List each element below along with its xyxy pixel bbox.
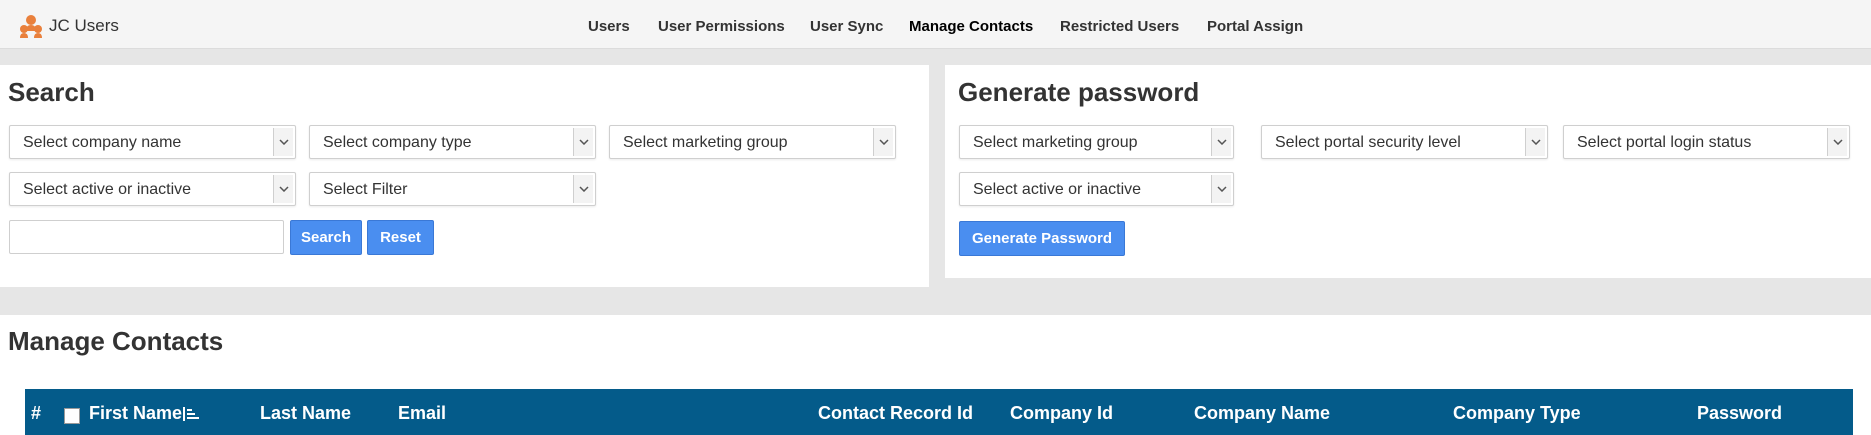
nav-restricted-users[interactable]: Restricted Users <box>1060 18 1179 35</box>
search-title: Search <box>8 77 95 107</box>
nav-user-permissions[interactable]: User Permissions <box>658 18 785 35</box>
search-panel: Search Select company name Select compan… <box>0 65 929 287</box>
company-type-select-label: Select company type <box>323 134 472 151</box>
chevron-down-icon <box>1827 128 1847 156</box>
portal-security-level-select-label: Select portal security level <box>1275 134 1461 151</box>
active-status-select[interactable]: Select active or inactive <box>9 172 296 206</box>
nav-users[interactable]: Users <box>588 18 630 35</box>
column-company-type[interactable]: Company Type <box>1453 403 1581 424</box>
contacts-table-header: # First Name Last Name Email Contact Rec… <box>25 389 1853 435</box>
column-company-name[interactable]: Company Name <box>1194 403 1330 424</box>
chevron-down-icon <box>573 175 593 203</box>
chevron-down-icon <box>273 128 293 156</box>
portal-login-status-select-label: Select portal login status <box>1577 134 1752 151</box>
portal-login-status-select[interactable]: Select portal login status <box>1563 125 1850 159</box>
marketing-group-select[interactable]: Select marketing group <box>609 125 896 159</box>
generate-password-button[interactable]: Generate Password <box>959 221 1125 256</box>
marketing-group-select-label: Select marketing group <box>623 134 788 151</box>
chevron-down-icon <box>873 128 893 156</box>
chevron-down-icon <box>1211 128 1231 156</box>
column-contact-record-id[interactable]: Contact Record Id <box>818 403 973 424</box>
generate-password-title: Generate password <box>958 77 1200 107</box>
generate-active-status-select-label: Select active or inactive <box>973 181 1142 198</box>
generate-marketing-group-select[interactable]: Select marketing group <box>959 125 1234 159</box>
filter-select-label: Select Filter <box>323 181 408 198</box>
generate-active-status-select[interactable]: Select active or inactive <box>959 172 1234 206</box>
chevron-down-icon <box>1211 175 1231 203</box>
column-last-name[interactable]: Last Name <box>260 403 351 424</box>
column-email[interactable]: Email <box>398 403 446 424</box>
column-company-id[interactable]: Company Id <box>1010 403 1113 424</box>
portal-security-level-select[interactable]: Select portal security level <box>1261 125 1548 159</box>
active-status-select-label: Select active or inactive <box>23 181 192 198</box>
select-all-checkbox[interactable] <box>64 408 80 424</box>
company-name-select[interactable]: Select company name <box>9 125 296 159</box>
nav-portal-assign[interactable]: Portal Assign <box>1207 18 1303 35</box>
chevron-down-icon <box>573 128 593 156</box>
filter-select[interactable]: Select Filter <box>309 172 596 206</box>
generate-marketing-group-select-label: Select marketing group <box>973 134 1138 151</box>
company-type-select[interactable]: Select company type <box>309 125 596 159</box>
top-navbar: JC Users Users User Permissions User Syn… <box>0 0 1871 49</box>
column-password[interactable]: Password <box>1697 403 1782 424</box>
company-name-select-label: Select company name <box>23 134 182 151</box>
generate-password-panel: Generate password Select marketing group… <box>945 65 1871 278</box>
sort-ascending-icon[interactable] <box>183 406 200 422</box>
reset-button[interactable]: Reset <box>367 220 434 255</box>
chevron-down-icon <box>1525 128 1545 156</box>
column-first-name[interactable]: First Name <box>89 403 182 424</box>
manage-contacts-title: Manage Contacts <box>8 326 224 356</box>
search-button[interactable]: Search <box>290 220 362 255</box>
nav-manage-contacts[interactable]: Manage Contacts <box>909 18 1033 35</box>
column-index: # <box>31 403 42 423</box>
chevron-down-icon <box>273 175 293 203</box>
search-input[interactable] <box>9 220 284 254</box>
main-nav: Users User Permissions User Sync Manage … <box>0 18 1871 40</box>
nav-user-sync[interactable]: User Sync <box>810 18 883 35</box>
